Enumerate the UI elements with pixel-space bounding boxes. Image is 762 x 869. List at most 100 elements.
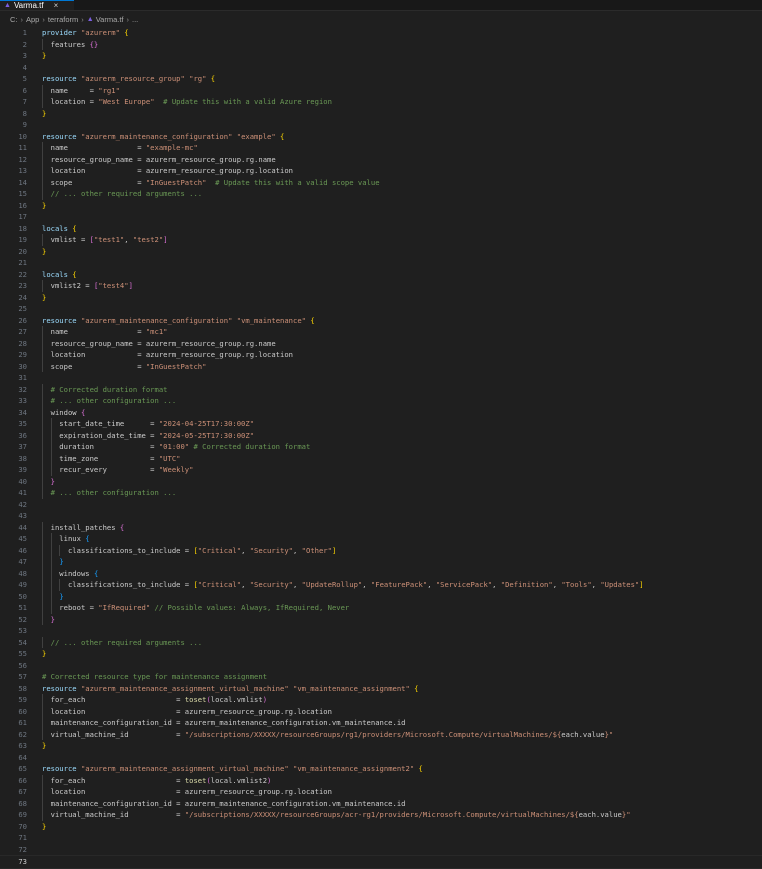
code-line[interactable]: 65 resource "azurerm_maintenance_assignme… bbox=[0, 763, 762, 775]
code-line[interactable]: 50 } bbox=[0, 590, 762, 602]
code-line[interactable]: 27 name = "mc1" bbox=[0, 326, 762, 338]
line-number: 35 bbox=[18, 419, 27, 428]
line-number: 36 bbox=[18, 430, 27, 440]
code-line[interactable]: 37 duration = "01:00" # Corrected durati… bbox=[0, 441, 762, 453]
code-line[interactable]: 10 resource "azurerm_maintenance_configur… bbox=[0, 131, 762, 143]
code-line[interactable]: 17 bbox=[0, 211, 762, 223]
code-line[interactable]: 70} bbox=[0, 821, 762, 833]
code-line[interactable]: 1 provider "azurerm" { bbox=[0, 27, 762, 39]
code-line[interactable]: 58 resource "azurerm_maintenance_assignme… bbox=[0, 683, 762, 695]
code-editor[interactable]: 1 provider "azurerm" {2 features {} 3} 4 5 re… bbox=[0, 27, 762, 869]
code-line[interactable]: 25 bbox=[0, 303, 762, 315]
code-line[interactable]: 51 reboot = "IfRequired" // Possible val… bbox=[0, 602, 762, 614]
line-number: 67 bbox=[18, 787, 27, 796]
line-number: 56 bbox=[18, 660, 27, 670]
code-line[interactable]: 72 bbox=[0, 844, 762, 856]
code-token: "test2" bbox=[132, 235, 164, 244]
code-line[interactable]: 67 location = azurerm_resource_group.rg.… bbox=[0, 786, 762, 798]
code-line[interactable]: 52 } bbox=[0, 613, 762, 625]
line-number: 2 bbox=[22, 39, 27, 49]
code-line[interactable]: 63} bbox=[0, 740, 762, 752]
code-token: # Update this with a valid Azure region bbox=[154, 97, 332, 106]
code-line[interactable]: 46 classifications_to_include = ["Critic… bbox=[0, 544, 762, 556]
code-line[interactable]: 60 location = azurerm_resource_group.rg.… bbox=[0, 705, 762, 717]
code-line[interactable]: 41 # ... other configuration ... bbox=[0, 487, 762, 499]
code-line[interactable]: 54 // ... other required arguments ... bbox=[0, 636, 762, 648]
code-text: name = "mc1" bbox=[27, 326, 168, 338]
code-line[interactable]: 43 bbox=[0, 510, 762, 522]
code-line[interactable]: 30 scope = "InGuestPatch" bbox=[0, 360, 762, 372]
breadcrumb-drive[interactable]: C: bbox=[10, 15, 18, 24]
indent-guide bbox=[42, 786, 43, 798]
code-line[interactable]: 15 // ... other required arguments ... bbox=[0, 188, 762, 200]
code-line[interactable]: 31 bbox=[0, 372, 762, 384]
code-line[interactable]: 24} bbox=[0, 292, 762, 304]
code-line[interactable]: 28 resource_group_name = azurerm_resourc… bbox=[0, 337, 762, 349]
breadcrumb-terraform[interactable]: terraform bbox=[48, 15, 78, 24]
code-line[interactable]: 45 linux { bbox=[0, 533, 762, 545]
code-line[interactable]: 64 bbox=[0, 752, 762, 764]
code-line[interactable]: 33 # ... other configuration ... bbox=[0, 395, 762, 407]
code-line[interactable]: 49 classifications_to_include = ["Critic… bbox=[0, 579, 762, 591]
tab-varma-tf[interactable]: ▲ Varma.tf × bbox=[0, 0, 74, 10]
line-number: 64 bbox=[18, 752, 27, 762]
code-line[interactable]: 57 # Corrected resource type for maintena… bbox=[0, 671, 762, 683]
code-text: resource "azurerm_maintenance_configurat… bbox=[27, 315, 315, 327]
code-line[interactable]: 53 bbox=[0, 625, 762, 637]
code-line[interactable]: 19 vmlist = ["test1", "test2"] bbox=[0, 234, 762, 246]
code-token: "test4" bbox=[98, 281, 129, 290]
code-line[interactable]: 69 virtual_machine_id = "/subscriptions/… bbox=[0, 809, 762, 821]
code-line[interactable]: 38 time_zone = "UTC" bbox=[0, 452, 762, 464]
code-line[interactable]: 68 maintenance_configuration_id = azurer… bbox=[0, 797, 762, 809]
line-number: 5 bbox=[22, 74, 27, 83]
code-line[interactable]: 6 name = "rg1" bbox=[0, 84, 762, 96]
breadcrumb-app[interactable]: App bbox=[26, 15, 39, 24]
breadcrumb-file[interactable]: Varma.tf bbox=[96, 15, 124, 24]
code-line[interactable]: 29 location = azurerm_resource_group.rg.… bbox=[0, 349, 762, 361]
code-line[interactable]: 56 bbox=[0, 660, 762, 672]
code-line[interactable]: 55} bbox=[0, 648, 762, 660]
code-line[interactable]: 59 for_each = toset(local.vmlist) bbox=[0, 694, 762, 706]
code-line[interactable]: 40 } bbox=[0, 475, 762, 487]
code-line[interactable]: 32 # Corrected duration format bbox=[0, 383, 762, 395]
code-line[interactable]: 36 expiration_date_time = "2024-05-25T17… bbox=[0, 429, 762, 441]
code-line[interactable]: 8} bbox=[0, 108, 762, 120]
breadcrumb-symbols[interactable]: ... bbox=[132, 15, 138, 24]
code-line[interactable]: 26 resource "azurerm_maintenance_configur… bbox=[0, 315, 762, 327]
code-line[interactable]: 42 bbox=[0, 499, 762, 511]
code-line[interactable]: 73 bbox=[0, 855, 762, 869]
indent-guide bbox=[42, 441, 43, 453]
code-line[interactable]: 21 bbox=[0, 257, 762, 269]
indent-guide bbox=[42, 360, 43, 372]
code-line[interactable]: 4 bbox=[0, 62, 762, 74]
code-line[interactable]: 66 for_each = toset(local.vmlist2) bbox=[0, 774, 762, 786]
indent-guide bbox=[42, 280, 43, 292]
code-line[interactable]: 12 resource_group_name = azurerm_resourc… bbox=[0, 153, 762, 165]
code-text: } bbox=[27, 50, 46, 62]
code-line[interactable]: 9 bbox=[0, 119, 762, 131]
code-line[interactable]: 11 name = "example-mc" bbox=[0, 142, 762, 154]
code-line[interactable]: 5 resource "azurerm_resource_group" "rg" … bbox=[0, 73, 762, 85]
code-line[interactable]: 34 window { bbox=[0, 406, 762, 418]
code-line[interactable]: 35 start_date_time = "2024-04-25T17:30:0… bbox=[0, 418, 762, 430]
code-line[interactable]: 14 scope = "InGuestPatch" # Update this … bbox=[0, 176, 762, 188]
code-line[interactable]: 23 vmlist2 = ["test4"] bbox=[0, 280, 762, 292]
code-line[interactable]: 48 windows { bbox=[0, 567, 762, 579]
code-line[interactable]: 20} bbox=[0, 246, 762, 258]
code-line[interactable]: 61 maintenance_configuration_id = azurer… bbox=[0, 717, 762, 729]
code-line[interactable]: 7 location = "West Europe" # Update this… bbox=[0, 96, 762, 108]
code-line[interactable]: 71 bbox=[0, 832, 762, 844]
code-line[interactable]: 2 features {} bbox=[0, 38, 762, 50]
code-text: install_patches { bbox=[27, 521, 124, 533]
code-line[interactable]: 3} bbox=[0, 50, 762, 62]
indent-guide bbox=[42, 705, 43, 717]
code-line[interactable]: 39 recur_every = "Weekly" bbox=[0, 464, 762, 476]
code-line[interactable]: 18 locals { bbox=[0, 223, 762, 235]
code-line[interactable]: 47 } bbox=[0, 556, 762, 568]
code-line[interactable]: 22 locals { bbox=[0, 269, 762, 281]
code-line[interactable]: 62 virtual_machine_id = "/subscriptions/… bbox=[0, 728, 762, 740]
close-icon[interactable]: × bbox=[54, 1, 59, 10]
code-line[interactable]: 44 install_patches { bbox=[0, 521, 762, 533]
code-line[interactable]: 16} bbox=[0, 200, 762, 212]
code-line[interactable]: 13 location = azurerm_resource_group.rg.… bbox=[0, 165, 762, 177]
